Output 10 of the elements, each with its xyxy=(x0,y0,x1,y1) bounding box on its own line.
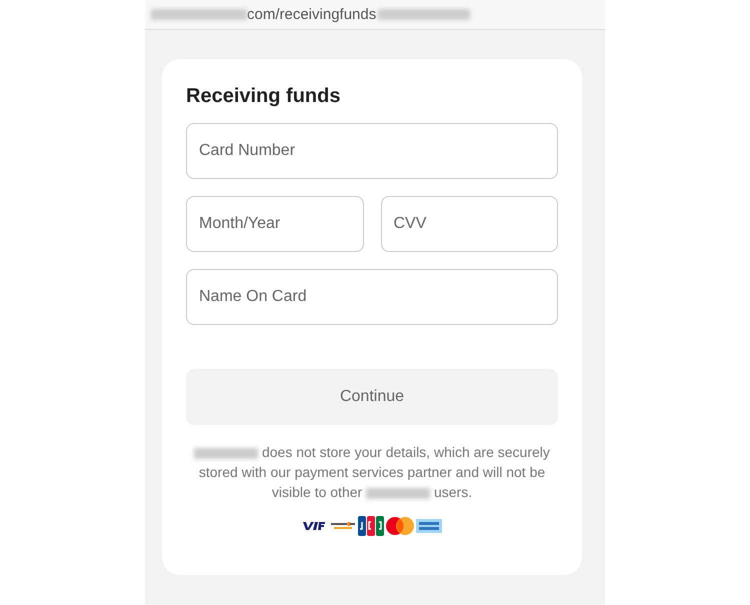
jcb-logo-icon xyxy=(358,516,384,536)
input-field[interactable]: Month/Year xyxy=(186,196,364,252)
notice-text: does not store your details, which are securely stored with our payment services partner and will not be visible to other users. xyxy=(192,442,552,502)
input-field[interactable]: Card Number xyxy=(186,123,558,179)
input-field[interactable]: Name On Card xyxy=(186,269,558,325)
mastercard-logo-icon xyxy=(386,517,414,535)
form-title: Receiving funds xyxy=(186,85,342,108)
amex-logo-icon xyxy=(416,519,442,533)
url-text: com/receivingfunds xyxy=(247,6,376,23)
input-field[interactable]: CVV xyxy=(380,196,558,252)
